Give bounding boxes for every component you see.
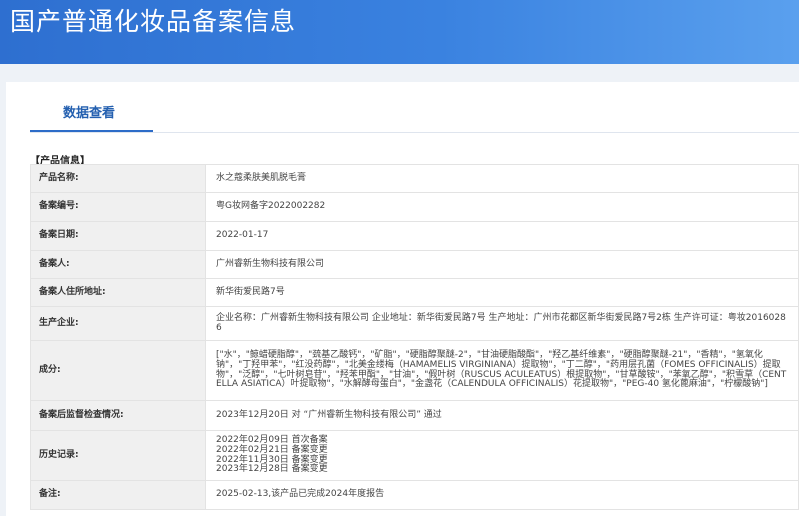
tab-data-view-label: 数据查看 — [62, 106, 115, 121]
table-row: 备案后监督检查情况: 2023年12月20日 对 “广州睿新生物科技有限公司” … — [30, 400, 799, 431]
table-row: 备案人住所地址: 新华街爱民路7号 — [30, 278, 799, 307]
row-label: 备案人住所地址: — [30, 278, 206, 307]
remarks-value: 2025-02-13,该产品已完成2024年度报告 — [205, 480, 799, 510]
history-entry: 2023年12月28日 备案变更 — [216, 464, 328, 475]
row-label: 生产企业: — [30, 306, 206, 341]
row-label: 历史记录: — [30, 430, 206, 481]
registration-number-value: 粤G妆网备字2022002282 — [205, 192, 799, 222]
table-row: 产品名称: 水之蔻柔肤美肌脱毛膏 — [30, 164, 799, 193]
page-title: 国产普通化妆品备案信息 — [10, 7, 297, 36]
row-label: 备案人: — [30, 250, 206, 279]
product-info-table: 产品名称: 水之蔻柔肤美肌脱毛膏 备案编号: 粤G妆网备字2022002282 … — [30, 164, 799, 510]
table-row: 备案编号: 粤G妆网备字2022002282 — [30, 192, 799, 222]
registrant-address-value: 新华街爱民路7号 — [205, 278, 799, 307]
main-panel: 数据查看 【产品信息】 产品名称: 水之蔻柔肤美肌脱毛膏 备案编号: 粤G妆网备… — [6, 82, 799, 516]
table-row: 备案人: 广州睿新生物科技有限公司 — [30, 250, 799, 279]
row-label: 备注: — [30, 480, 206, 510]
table-row: 生产企业: 企业名称：广州睿新生物科技有限公司 企业地址：新华街爱民路7号 生产… — [30, 306, 799, 341]
row-label: 备案编号: — [30, 192, 206, 222]
header-banner: 国产普通化妆品备案信息 — [0, 0, 799, 64]
registration-date-value: 2022-01-17 — [205, 221, 799, 251]
table-row: 成分: ["水"，"鲸蜡硬脂醇"，"巯基乙酸钙"，"矿脂"，"硬脂醇聚醚-2"，… — [30, 340, 799, 401]
table-row: 备注: 2025-02-13,该产品已完成2024年度报告 — [30, 480, 799, 510]
table-row: 历史记录: 2022年02月09日 首次备案 2022年02月21日 备案变更 … — [30, 430, 799, 481]
tab-data-view[interactable]: 数据查看 — [30, 82, 153, 132]
manufacturer-value: 企业名称：广州睿新生物科技有限公司 企业地址：新华街爱民路7号 生产地址：广州市… — [205, 306, 799, 341]
registrant-value: 广州睿新生物科技有限公司 — [205, 250, 799, 279]
history-records: 2022年02月09日 首次备案 2022年02月21日 备案变更 2022年1… — [205, 430, 799, 481]
product-name-value: 水之蔻柔肤美肌脱毛膏 — [205, 164, 799, 193]
table-row: 备案日期: 2022-01-17 — [30, 221, 799, 251]
row-label: 成分: — [30, 340, 206, 401]
row-label: 产品名称: — [30, 164, 206, 193]
tab-divider — [30, 132, 799, 133]
inspection-status-value: 2023年12月20日 对 “广州睿新生物科技有限公司” 通过 — [205, 400, 799, 431]
ingredients-value: ["水"，"鲸蜡硬脂醇"，"巯基乙酸钙"，"矿脂"，"硬脂醇聚醚-2"，"甘油硬… — [205, 340, 799, 401]
row-label: 备案后监督检查情况: — [30, 400, 206, 431]
row-label: 备案日期: — [30, 221, 206, 251]
